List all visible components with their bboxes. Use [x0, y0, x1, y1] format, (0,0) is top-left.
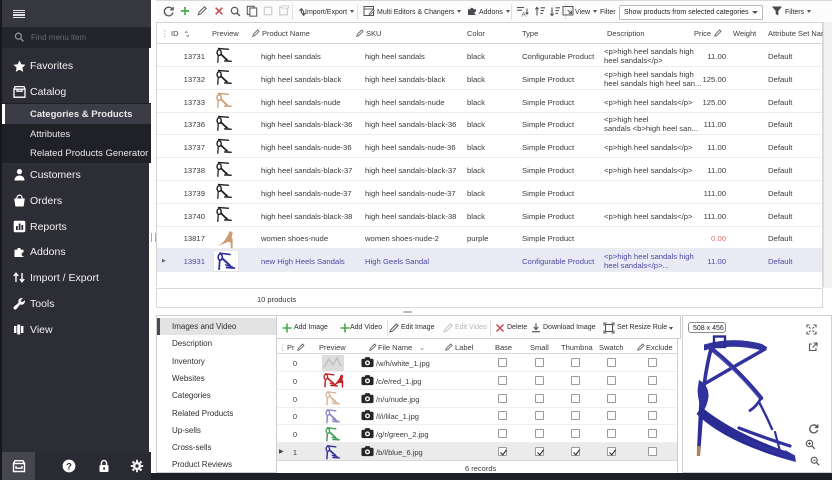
svg-text:?: ? [66, 461, 72, 472]
svg-text:A: A [522, 11, 527, 17]
